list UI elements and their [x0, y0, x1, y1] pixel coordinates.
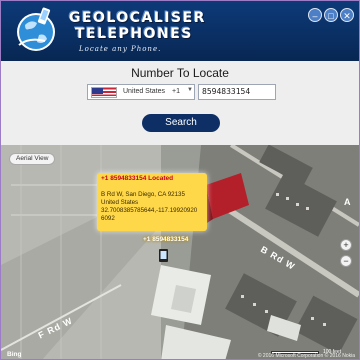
map-view[interactable]: Aerial View +1 8594833154 Located B Rd W… — [1, 145, 359, 359]
maximize-button[interactable]: □ — [324, 8, 338, 22]
search-button[interactable]: Search — [142, 114, 220, 132]
app-tagline: Locate any Phone. — [79, 45, 162, 53]
zoom-in-button[interactable]: + — [340, 239, 352, 251]
app-title-line1: GEOLOCALISER — [69, 10, 206, 26]
app-title-line2: TELEPHONES — [75, 26, 193, 42]
road-label-a: A — [344, 197, 352, 207]
chevron-down-icon: ▼ — [187, 87, 193, 93]
aerial-view-toggle[interactable]: Aerial View — [9, 153, 56, 165]
zoom-out-button[interactable]: − — [340, 255, 352, 267]
pin-label: +1 8594833154 — [143, 236, 189, 243]
minimize-button[interactable]: – — [308, 8, 322, 22]
locate-form: Number To Locate United States +1 ▼ 8594… — [1, 61, 359, 145]
map-copyright: © 2016 Microsoft Corporation © 2016 Noki… — [257, 353, 355, 359]
popup-coordinates-cont: 6092 — [101, 215, 115, 222]
popup-coordinates: 32.7008385785644,-117.19920920 — [101, 207, 198, 214]
country-select[interactable]: United States +1 ▼ — [87, 84, 195, 100]
bing-logo: Bing — [7, 351, 22, 358]
us-flag-icon — [91, 87, 117, 98]
globe-logo-icon — [17, 7, 55, 51]
form-title: Number To Locate — [131, 66, 229, 80]
close-button[interactable]: ✕ — [340, 8, 354, 22]
popup-address: B Rd W, San Diego, CA 92135 — [101, 191, 185, 198]
popup-title: +1 8594833154 Located — [101, 175, 174, 182]
country-code: +1 — [172, 88, 180, 95]
location-popup: +1 8594833154 Located B Rd W, San Diego,… — [97, 173, 207, 231]
app-header: GEOLOCALISER TELEPHONES Locate any Phone… — [1, 1, 359, 61]
country-name: United States — [123, 88, 166, 95]
app-window: GEOLOCALISER TELEPHONES Locate any Phone… — [0, 0, 360, 360]
popup-country: United States — [101, 199, 139, 206]
phone-number-input[interactable]: 8594833154 — [198, 84, 276, 100]
